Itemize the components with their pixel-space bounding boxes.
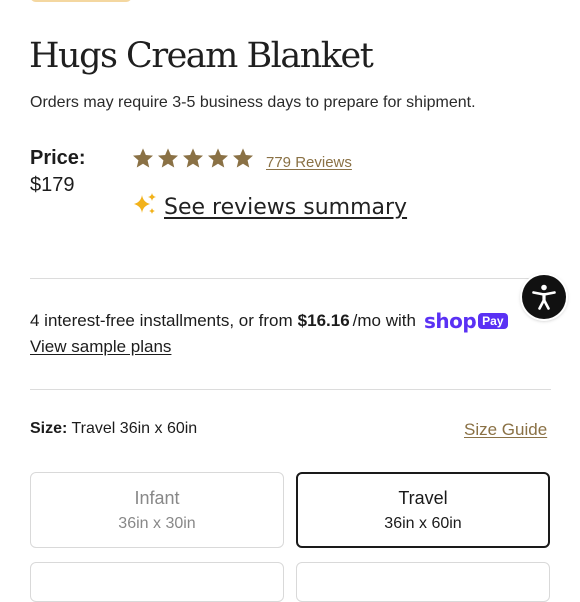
price-value: $179 bbox=[30, 174, 75, 196]
size-option[interactable] bbox=[30, 562, 284, 602]
size-option-name: Infant bbox=[134, 487, 180, 508]
size-guide-link[interactable]: Size Guide bbox=[464, 420, 547, 440]
star-rating bbox=[132, 147, 254, 169]
star-icon bbox=[233, 148, 253, 168]
size-option[interactable] bbox=[296, 562, 550, 602]
size-option-name: Travel bbox=[398, 487, 448, 508]
shop-pay-badge: Pay bbox=[478, 313, 508, 329]
size-option-infant[interactable]: Infant 36in x 30in bbox=[30, 472, 284, 548]
selected-size-value: Travel 36in x 60in bbox=[71, 420, 198, 437]
shipping-notice: Orders may require 3-5 business days to … bbox=[30, 94, 476, 111]
reviews-count-link[interactable]: 779 Reviews bbox=[266, 154, 352, 171]
shop-pay-word: shop bbox=[423, 309, 477, 333]
view-sample-plans-link[interactable]: View sample plans bbox=[30, 337, 171, 357]
sparkle-icon bbox=[134, 193, 156, 214]
size-label: Size: bbox=[30, 420, 68, 437]
shop-pay-logo: shop Pay bbox=[424, 311, 508, 331]
size-selection: Size: Travel 36in x 60in bbox=[30, 420, 197, 438]
accessibility-icon bbox=[532, 284, 556, 310]
top-tab-decoration bbox=[30, 0, 132, 2]
size-option-travel[interactable]: Travel 36in x 60in bbox=[296, 472, 550, 548]
size-option-dimensions: 36in x 60in bbox=[384, 514, 462, 532]
installments-text: 4 interest-free installments, or from bbox=[30, 311, 293, 330]
installment-amount: $16.16 bbox=[297, 311, 350, 330]
star-icon bbox=[208, 148, 228, 168]
installments-info: 4 interest-free installments, or from $1… bbox=[30, 311, 508, 331]
star-icon bbox=[133, 148, 153, 168]
star-icon bbox=[183, 148, 203, 168]
accessibility-button[interactable] bbox=[522, 275, 566, 319]
star-icon bbox=[158, 148, 178, 168]
reviews-summary-link[interactable]: See reviews summary bbox=[164, 195, 407, 220]
divider bbox=[30, 278, 551, 279]
size-option-dimensions: 36in x 30in bbox=[118, 514, 196, 532]
installments-suffix: /mo with bbox=[352, 311, 416, 330]
price-label: Price: bbox=[30, 147, 86, 169]
product-title: Hugs Cream Blanket bbox=[29, 36, 374, 76]
divider bbox=[30, 389, 551, 390]
